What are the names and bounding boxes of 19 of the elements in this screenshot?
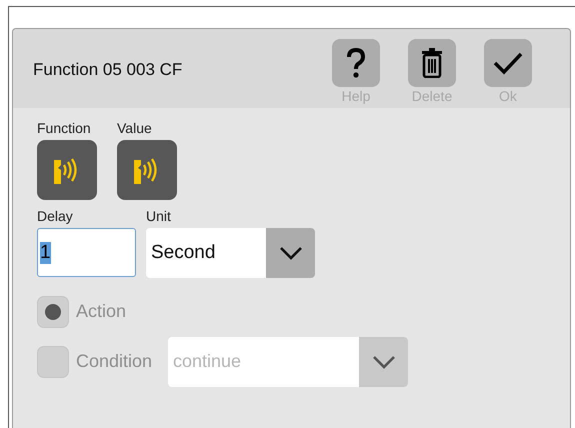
unit-label: Unit	[146, 208, 172, 224]
ok-button[interactable]	[484, 39, 532, 87]
help-button[interactable]	[332, 39, 380, 87]
trash-icon	[422, 48, 442, 78]
option-label: Condition	[76, 351, 154, 372]
function-button[interactable]	[37, 140, 97, 200]
delay-input[interactable]: 1	[37, 228, 136, 277]
delay-label: Delay	[37, 208, 74, 224]
option-label: Action	[76, 301, 128, 322]
unit-dropdown[interactable]: Second	[146, 228, 315, 278]
function-label: Function	[37, 120, 92, 136]
chevron-down-icon	[372, 354, 396, 368]
help-icon	[346, 48, 366, 78]
value-button[interactable]	[117, 140, 177, 200]
chevron-down-icon	[278, 246, 302, 260]
checkmark-icon	[493, 51, 523, 75]
dialog-title: Function 05 003 CF	[33, 60, 182, 80]
delete-button[interactable]	[408, 39, 456, 87]
value-label: Value	[117, 120, 153, 136]
